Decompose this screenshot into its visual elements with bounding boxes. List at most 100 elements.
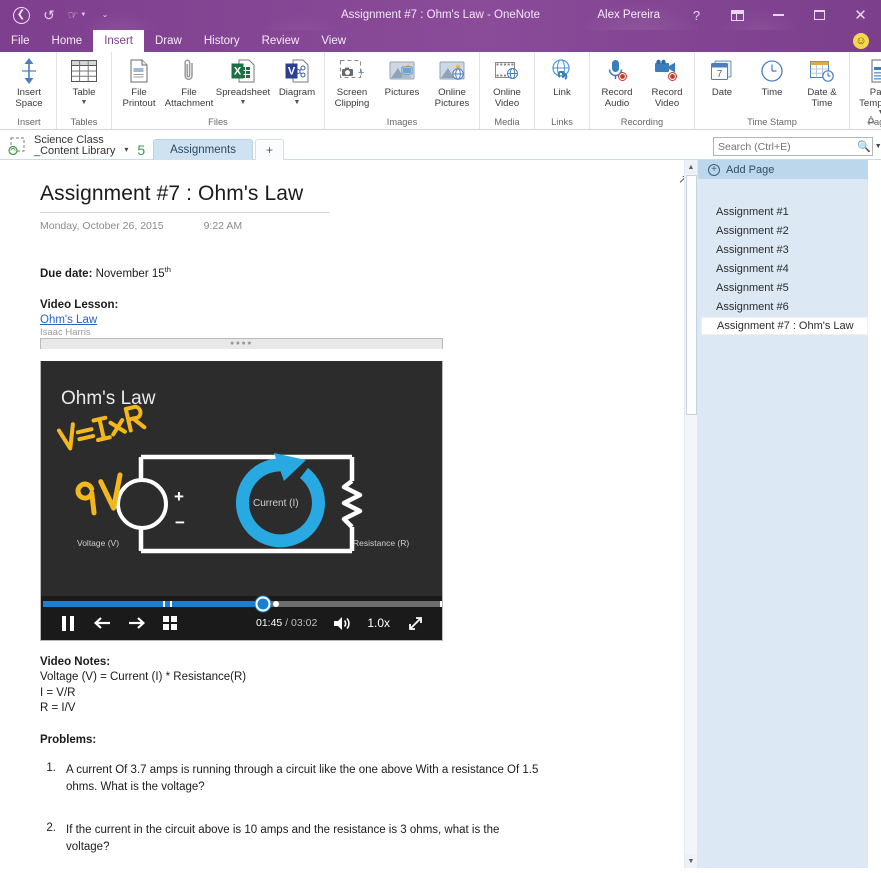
search-icon[interactable]: 🔍 [857, 140, 871, 153]
video-notes-block[interactable]: Video Notes: Voltage (V) = Current (I) *… [40, 655, 697, 717]
group-label-tables: Tables [71, 117, 98, 129]
add-section-button[interactable]: + [255, 139, 284, 160]
undo-button[interactable]: ↺ [36, 3, 62, 27]
tab-history[interactable]: History [193, 30, 251, 52]
canvas-scrollbar[interactable]: ▲ ▼ [684, 160, 697, 868]
minimize-button[interactable] [758, 0, 799, 30]
volume-button[interactable] [325, 616, 359, 631]
forward-button[interactable] [119, 616, 153, 630]
section-tab-assignments[interactable]: Assignments [153, 139, 253, 160]
file-printout-button[interactable]: File Printout [114, 55, 164, 109]
page-item[interactable]: Assignment #6 [698, 298, 868, 316]
file-attachment-button[interactable]: File Attachment [164, 55, 214, 109]
account-name[interactable]: Alex Pereira [597, 9, 676, 21]
customize-quick-access-button[interactable]: ⌄ [92, 3, 118, 27]
resistance-label: Resistance (R) [353, 538, 409, 548]
chevron-down-icon[interactable]: ▼ [240, 99, 247, 106]
svg-text:+: + [358, 67, 364, 79]
send-feedback-smiley-icon[interactable]: ☺ [853, 33, 869, 49]
file-attachment-label: File Attachment [165, 88, 214, 109]
page-title[interactable]: Assignment #7 : Ohm's Law [40, 182, 697, 206]
spreadsheet-button[interactable]: X Spreadsheet ▼ [214, 55, 272, 106]
close-button[interactable]: ✕ [840, 0, 881, 30]
video-stage[interactable]: Ohm's Law [41, 361, 442, 596]
fullscreen-icon [408, 616, 423, 631]
tab-file[interactable]: File [0, 30, 41, 52]
page-canvas[interactable]: ↗ Assignment #7 : Ohm's Law Monday, Octo… [0, 160, 698, 868]
tab-home[interactable]: Home [41, 30, 94, 52]
note-page[interactable]: Assignment #7 : Ohm's Law Monday, Octobe… [0, 160, 697, 868]
chapters-button[interactable] [153, 616, 187, 630]
spreadsheet-label: Spreadsheet [216, 88, 270, 99]
chevron-down-icon[interactable]: ▼ [875, 143, 881, 150]
help-button[interactable]: ? [676, 0, 717, 30]
scroll-down-arrow-icon[interactable]: ▼ [685, 854, 698, 868]
pause-button[interactable] [51, 616, 85, 631]
insert-space-button[interactable]: Insert Space [4, 55, 54, 109]
online-pictures-button[interactable]: Online Pictures [427, 55, 477, 109]
diagram-button[interactable]: V Diagram ▼ [272, 55, 322, 106]
online-video-button[interactable]: Online Video [482, 55, 532, 109]
search-box[interactable]: 🔍 ▼ [713, 137, 873, 156]
playback-speed-button[interactable]: 1.0x [359, 616, 398, 630]
scrollbar-thumb[interactable] [686, 175, 697, 415]
page-item[interactable]: Assignment #3 [698, 241, 868, 259]
file-printout-label: File Printout [115, 88, 163, 109]
collapse-ribbon-button[interactable]: △ [867, 114, 875, 125]
ribbon-display-options-button[interactable] [717, 0, 758, 30]
page-item-selected[interactable]: Assignment #7 : Ohm's Law [701, 317, 868, 335]
tab-view[interactable]: View [310, 30, 357, 52]
chapter-marker[interactable] [170, 601, 172, 607]
chevron-down-icon[interactable]: ▼ [878, 109, 881, 116]
screen-clipping-button[interactable]: + Screen Clipping [327, 55, 377, 109]
spreadsheet-icon: X [231, 56, 255, 86]
problems-block[interactable]: Problems: 1. A current Of 3.7 amps is ru… [40, 733, 697, 868]
restore-button[interactable] [799, 0, 840, 30]
embedded-video-player[interactable]: ●●●● Ohm's Law [40, 338, 697, 641]
page-item[interactable]: Assignment #2 [698, 222, 868, 240]
page-templates-button[interactable]: Page Templates ▼ [852, 55, 881, 116]
page-item[interactable]: Assignment #5 [698, 279, 868, 297]
link-button[interactable]: Link [537, 55, 587, 99]
touch-mode-button[interactable]: ☞ ▼ [64, 3, 90, 27]
time-button[interactable]: Time [747, 55, 797, 99]
chevron-down-icon[interactable]: ▼ [294, 99, 301, 106]
chapter-marker[interactable] [163, 601, 165, 607]
table-button[interactable]: Table ▼ [59, 55, 109, 106]
search-input[interactable] [718, 141, 853, 153]
page-item[interactable]: Assignment #1 [698, 203, 868, 221]
tab-draw[interactable]: Draw [144, 30, 193, 52]
video-frame[interactable]: Ohm's Law [40, 361, 443, 641]
add-page-button[interactable]: + Add Page [698, 160, 868, 179]
list-item[interactable]: 1. A current Of 3.7 amps is running thro… [40, 762, 540, 796]
record-video-button[interactable]: Record Video [642, 55, 692, 109]
video-author: Isaac Harris [40, 327, 697, 338]
notebook-selector[interactable]: Science Class _Content Library ▾ [0, 135, 137, 159]
back-button[interactable]: ❮ [8, 3, 34, 27]
video-drag-handle[interactable]: ●●●● [40, 338, 443, 349]
list-item[interactable]: 2. If the current in the circuit above i… [40, 822, 540, 856]
fullscreen-button[interactable] [398, 616, 432, 631]
record-audio-button[interactable]: Record Audio [592, 55, 642, 109]
video-scrubber-handle[interactable] [256, 596, 271, 611]
chapter-marker[interactable] [440, 601, 442, 607]
video-lesson-link[interactable]: Ohm's Law [40, 314, 697, 326]
ribbon-group-links: Link Links [535, 52, 590, 129]
video-progress-bar[interactable] [43, 601, 440, 607]
chevron-down-icon[interactable]: ▾ [121, 145, 131, 154]
rewind-button[interactable] [85, 616, 119, 630]
scroll-up-arrow-icon[interactable]: ▲ [685, 160, 698, 174]
date-button[interactable]: 7 Date [697, 55, 747, 99]
tab-insert[interactable]: Insert [93, 30, 144, 52]
time-separator: / [282, 617, 291, 629]
pictures-button[interactable]: Pictures [377, 55, 427, 99]
question-mark-icon: ? [693, 8, 700, 23]
video-lesson-block[interactable]: Video Lesson: Ohm's Law Isaac Harris [40, 298, 697, 338]
page-item[interactable]: Assignment #4 [698, 260, 868, 278]
ribbon-display-icon [731, 10, 744, 21]
tab-review[interactable]: Review [251, 30, 311, 52]
chevron-down-icon[interactable]: ▼ [81, 99, 88, 106]
due-date-block[interactable]: Due date: November 15th [40, 262, 697, 282]
volume-icon [333, 616, 351, 631]
date-time-button[interactable]: Date & Time [797, 55, 847, 109]
